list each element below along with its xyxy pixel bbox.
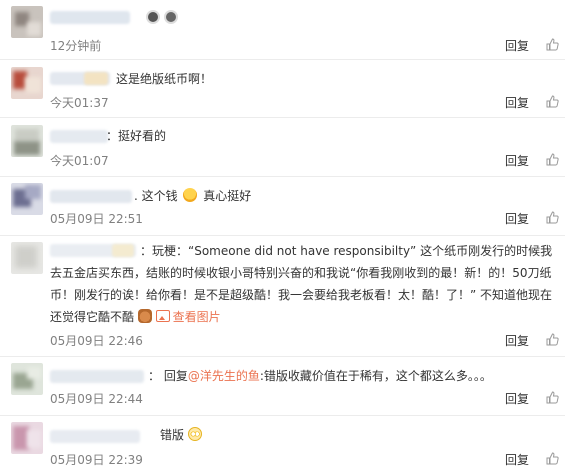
username-blurred[interactable]: [84, 72, 108, 85]
comment-time: 05月09日 22:46: [50, 334, 143, 348]
comment-item: . 这个钱 真心挺好 05月09日 22:51 回复: [0, 177, 565, 236]
comment-time: 12分钟前: [50, 39, 102, 53]
comment-item: ： 回复@洋先生的鱼:错版收藏价值在于稀有，这个都这么多。。。 05月09日 2…: [0, 357, 565, 416]
comment-text: ： 回复@洋先生的鱼:错版收藏价值在于稀有，这个都这么多。。。: [148, 365, 492, 387]
avatar[interactable]: [11, 422, 43, 454]
username-blurred[interactable]: [50, 190, 132, 203]
picture-icon: [155, 310, 170, 322]
comment-text: ：挺好看的: [106, 129, 167, 143]
reply-button[interactable]: 回复: [505, 332, 529, 349]
reply-button[interactable]: 回复: [505, 210, 529, 227]
reply-button[interactable]: 回复: [505, 37, 529, 54]
avatar[interactable]: [11, 363, 43, 395]
comment-item: 12分钟前 回复: [0, 0, 565, 60]
comment-text-part: . 这个钱: [134, 189, 178, 203]
avatar[interactable]: [11, 183, 43, 215]
avatar[interactable]: [11, 6, 43, 38]
emoji-icon: [164, 10, 178, 24]
avatar[interactable]: [11, 242, 43, 274]
comment-time: 今天01:07: [50, 154, 109, 168]
comment-item: ：挺好看的 今天01:07 回复: [0, 118, 565, 177]
username-blurred[interactable]: [50, 430, 140, 443]
username-blurred[interactable]: [50, 130, 108, 143]
comment-item: 错版 05月09日 22:39 回复: [0, 416, 565, 474]
view-image-label: 查看图片: [172, 310, 221, 324]
comment-text-part: 错版: [160, 428, 185, 442]
username-blurred[interactable]: [50, 370, 144, 383]
thumbs-up-icon[interactable]: [546, 211, 559, 224]
comment-item: 这是绝版纸币啊！ 今天01:37 回复: [0, 60, 565, 118]
emoji-icon: [183, 188, 198, 202]
comment-time: 05月09日 22:51: [50, 212, 143, 226]
comment-text: ：玩梗：“Someone did not have responsibilty”…: [50, 240, 560, 328]
comment-time: 05月09日 22:39: [50, 453, 143, 467]
comment-text: . 这个钱 真心挺好: [134, 185, 251, 207]
thumbs-up-icon[interactable]: [546, 153, 559, 166]
comment-item: ：玩梗：“Someone did not have responsibilty”…: [0, 236, 565, 357]
reply-button[interactable]: 回复: [505, 94, 529, 111]
mention-link[interactable]: @洋先生的鱼: [188, 369, 260, 383]
thumbs-up-icon[interactable]: [546, 95, 559, 108]
comment-text: 这是绝版纸币啊！: [116, 72, 213, 86]
comment-text-part: 真心挺好: [203, 189, 252, 203]
comment-time: 05月09日 22:44: [50, 392, 143, 406]
thumbs-up-icon[interactable]: [546, 391, 559, 404]
comment-text-part: ：玩梗：“Someone did not have responsibilty”…: [50, 244, 553, 324]
view-image-link[interactable]: 查看图片: [155, 310, 221, 324]
username-blurred[interactable]: [50, 11, 130, 24]
emoji-icon: [137, 309, 152, 323]
comment-text-part: ： 回复: [148, 369, 188, 383]
reply-button[interactable]: 回复: [505, 152, 529, 169]
reply-button[interactable]: 回复: [505, 451, 529, 468]
emoji-icon: [187, 427, 202, 441]
comment-time: 今天01:37: [50, 96, 109, 110]
avatar[interactable]: [11, 67, 43, 99]
thumbs-up-icon[interactable]: [546, 38, 559, 51]
reply-button[interactable]: 回复: [505, 390, 529, 407]
thumbs-up-icon[interactable]: [546, 452, 559, 465]
thumbs-up-icon[interactable]: [546, 333, 559, 346]
avatar[interactable]: [11, 125, 43, 157]
emoji-icon: [146, 10, 160, 24]
comment-text: 错版: [160, 424, 202, 446]
comment-text-part: :错版收藏价值在于稀有，这个都这么多。。。: [259, 369, 492, 383]
